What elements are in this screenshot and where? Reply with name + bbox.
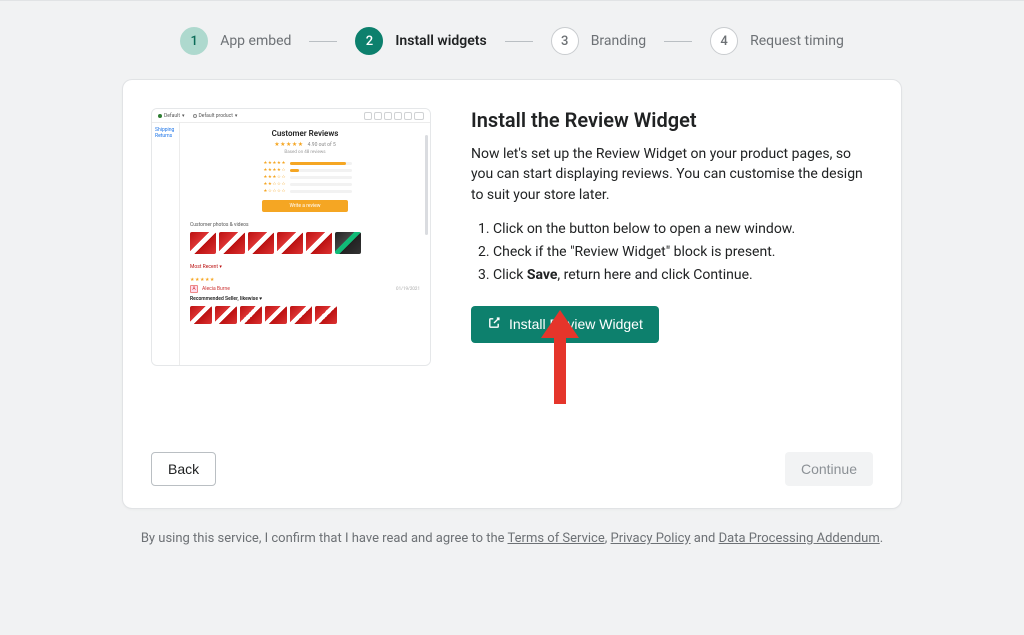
preview-topbar-label: Default: [164, 113, 180, 119]
preview-sort-label: Most Recent: [190, 264, 218, 270]
install-review-widget-button[interactable]: Install Review Widget: [471, 306, 659, 343]
step-connector: [664, 41, 692, 42]
instruction-step: Click on the button below to open a new …: [493, 219, 873, 240]
step-app-embed[interactable]: 1 App embed: [180, 27, 291, 55]
preview-reviews-title: Customer Reviews: [190, 129, 420, 138]
instruction-step-bold: Save: [527, 267, 558, 283]
instruction-step-text: , return here and click Continue.: [557, 267, 752, 283]
step-label: Request timing: [750, 33, 844, 49]
preview-review-date: 01/19/2021: [396, 287, 420, 292]
step-connector: [505, 41, 533, 42]
instruction-step: Check if the "Review Widget" block is pr…: [493, 242, 873, 263]
preview-review-text: Recommended Seller, likewise ♥: [190, 296, 420, 302]
preview-photos-label: Customer photos & videos: [190, 222, 420, 228]
instruction-step: Click Save, return here and click Contin…: [493, 265, 873, 286]
preview-reviews-subtitle: Based on 48 reviews: [190, 150, 420, 155]
privacy-policy-link[interactable]: Privacy Policy: [611, 531, 691, 546]
install-button-label: Install Review Widget: [509, 316, 643, 332]
step-number: 3: [551, 27, 579, 55]
legal-period: .: [880, 531, 883, 546]
preview-review-name: Alecia Burne: [202, 286, 230, 292]
step-number: 4: [710, 27, 738, 55]
terms-of-service-link[interactable]: Terms of Service: [508, 531, 605, 546]
instruction-panel: Install the Review Widget Now let's set …: [471, 108, 873, 366]
legal-footer: By using this service, I confirm that I …: [0, 531, 1024, 546]
onboarding-card: Default ▾ Default product ▾ Shipping Ret…: [122, 79, 902, 509]
legal-and: and: [691, 531, 719, 546]
onboarding-stepper: 1 App embed 2 Install widgets 3 Branding…: [0, 1, 1024, 79]
step-number: 1: [180, 27, 208, 55]
legal-prefix: By using this service, I confirm that I …: [141, 531, 508, 546]
step-label: Branding: [591, 33, 646, 49]
instruction-heading: Install the Review Widget: [471, 108, 873, 132]
step-request-timing[interactable]: 4 Request timing: [710, 27, 844, 55]
preview-write-review-button: Write a review: [262, 200, 348, 212]
step-branding[interactable]: 3 Branding: [551, 27, 646, 55]
data-processing-addendum-link[interactable]: Data Processing Addendum: [719, 531, 880, 546]
step-install-widgets[interactable]: 2 Install widgets: [355, 27, 486, 55]
preview-review-avatar: A: [190, 285, 198, 293]
step-connector: [309, 41, 337, 42]
review-widget-preview: Default ▾ Default product ▾ Shipping Ret…: [151, 108, 431, 366]
step-label: App embed: [220, 33, 291, 49]
instruction-step-text: Click: [493, 267, 527, 283]
step-label: Install widgets: [395, 33, 486, 49]
external-link-icon: [487, 316, 501, 333]
instruction-body: Now let's set up the Review Widget on yo…: [471, 144, 873, 205]
preview-topbar-label: Default product: [199, 113, 233, 119]
step-number: 2: [355, 27, 383, 55]
continue-button[interactable]: Continue: [785, 452, 873, 486]
back-button[interactable]: Back: [151, 452, 216, 486]
instruction-steps: Click on the button below to open a new …: [471, 219, 873, 286]
preview-sidebar: Shipping Returns: [152, 123, 180, 365]
